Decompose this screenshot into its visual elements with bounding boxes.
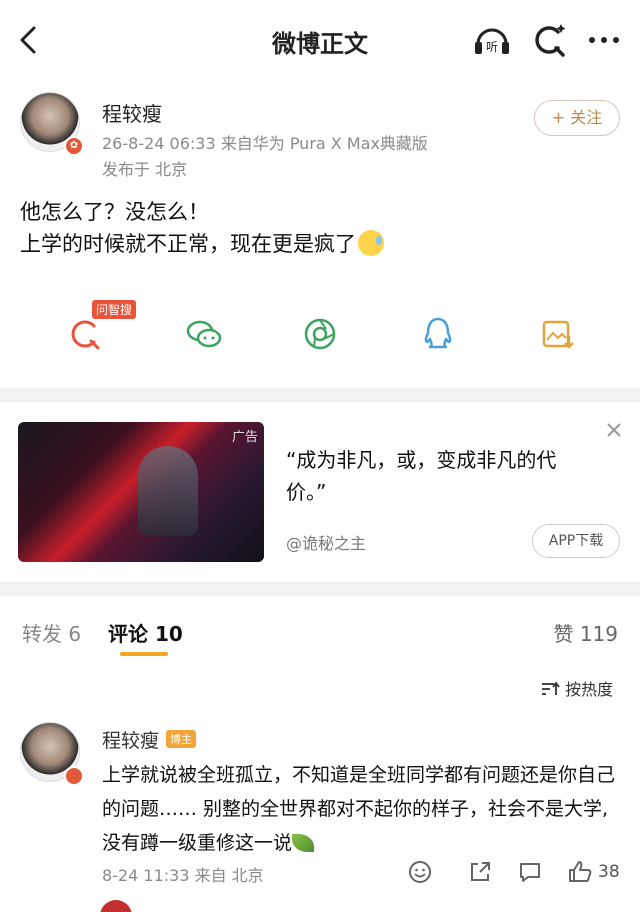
svg-text:听: 听 xyxy=(486,40,498,54)
post-author: ✿ 程较瘦 26-8-24 06:33 来自华为 Pura X Max典藏版 发… xyxy=(20,92,620,182)
follow-button[interactable]: + 关注 xyxy=(534,100,620,136)
listen-icon[interactable]: 听 xyxy=(472,20,512,60)
qq-icon[interactable] xyxy=(418,314,458,354)
post-meta: 26-8-24 06:33 来自华为 Pura X Max典藏版 xyxy=(102,134,428,153)
divider xyxy=(0,388,640,402)
save-image-icon[interactable] xyxy=(538,314,578,354)
author-name[interactable]: 程较瘦 xyxy=(102,98,162,127)
tab-likes[interactable]: 赞 119 xyxy=(553,618,618,647)
like-icon[interactable] xyxy=(566,858,594,886)
author-tag: 博主 xyxy=(166,730,196,748)
ad-headline: “成为非凡，或，变成非凡的代价。” xyxy=(286,448,557,504)
post-line: 他怎么了？没怎么！ xyxy=(20,200,209,224)
ad-figure xyxy=(138,446,198,536)
comment-item: 程较瘦 博主 上学就说被全班孤立，不知道是全班同学都有问题还是你自己的问题…… … xyxy=(20,722,620,912)
post-location: 发布于 北京 xyxy=(102,160,188,179)
like-count: 38 xyxy=(598,862,620,882)
ai-search-icon[interactable] xyxy=(64,314,104,354)
comment-author[interactable]: 程较瘦 xyxy=(102,726,159,753)
comment-meta: 8-24 11:33 来自 北京 xyxy=(102,866,264,885)
emoji-react-icon[interactable] xyxy=(406,858,434,886)
divider xyxy=(0,582,640,596)
sort-label: 按热度 xyxy=(565,680,614,699)
post-line: 上学的时候就不正常，现在更是疯了 xyxy=(20,232,356,256)
sort-toggle[interactable]: 按热度 xyxy=(540,676,613,700)
comment-tabs: 转发 6 评论 10 赞 119 xyxy=(0,596,640,666)
close-icon[interactable] xyxy=(602,418,626,442)
leaf-emoji-icon xyxy=(292,834,315,852)
moments-icon[interactable] xyxy=(300,314,340,354)
ad-brand[interactable]: @诡秘之主 xyxy=(286,530,366,554)
post-line-with-emoji: 上学的时候就不正常，现在更是疯了 xyxy=(20,228,620,260)
comment-icon[interactable] xyxy=(516,858,544,886)
tab-repost[interactable]: 转发 6 xyxy=(22,618,81,647)
sweat-emoji-icon xyxy=(358,230,384,256)
app-download-button[interactable]: APP下载 xyxy=(532,524,620,558)
comment-text: 上学就说被全班孤立，不知道是全班同学都有问题还是你自己的问题…… 别整的全世界都… xyxy=(102,758,622,860)
active-tab-indicator xyxy=(120,652,168,656)
share-row: 问智搜 xyxy=(0,296,640,386)
search-icon[interactable] xyxy=(528,20,568,60)
top-bar: 微博正文 听 xyxy=(0,0,640,80)
tab-comments[interactable]: 评论 10 xyxy=(108,618,183,647)
verified-badge-icon: ✿ xyxy=(64,136,84,156)
share-icon[interactable] xyxy=(466,858,494,886)
ad-image[interactable]: 广告 xyxy=(18,422,264,562)
more-icon[interactable] xyxy=(584,20,624,60)
wechat-icon[interactable] xyxy=(184,314,224,354)
sort-icon xyxy=(542,681,560,695)
next-comment-preview xyxy=(100,900,300,912)
ad-card[interactable]: 广告 “成为非凡，或，变成非凡的代价。” @诡秘之主 APP下载 xyxy=(0,402,640,582)
post-content: 他怎么了？没怎么！ 上学的时候就不正常，现在更是疯了 xyxy=(20,196,620,260)
verified-badge-icon xyxy=(64,766,84,786)
ad-label: 广告 xyxy=(231,430,258,445)
comment-body: 上学就说被全班孤立，不知道是全班同学都有问题还是你自己的问题…… 别整的全世界都… xyxy=(102,764,616,854)
